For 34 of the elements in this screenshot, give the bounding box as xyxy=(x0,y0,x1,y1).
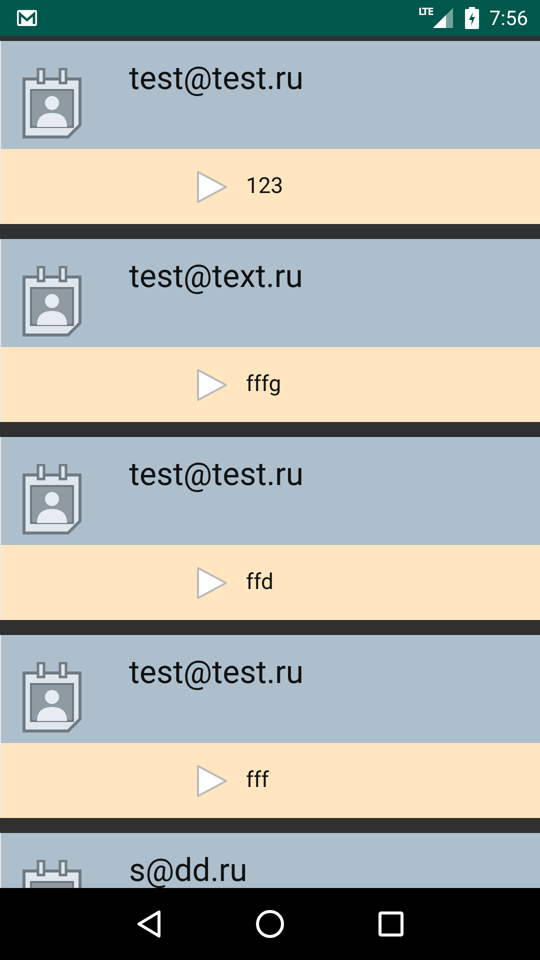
email-address: test@test.ru xyxy=(129,62,304,94)
email-address: test@text.ru xyxy=(129,260,303,292)
message-text: fff xyxy=(246,768,269,793)
recent-apps-button[interactable] xyxy=(378,911,404,937)
message-row[interactable]: fff xyxy=(0,743,540,818)
play-icon xyxy=(196,368,228,402)
battery-charging-icon xyxy=(465,7,480,29)
message-text: ffd xyxy=(246,570,274,595)
card-header[interactable]: test@test.ru xyxy=(0,635,540,743)
card-header[interactable]: test@text.ru xyxy=(0,239,540,347)
contact-calendar-icon xyxy=(21,662,83,733)
signal-icon xyxy=(433,8,454,28)
play-icon xyxy=(196,170,228,204)
message-text: 123 xyxy=(246,174,284,199)
contact-calendar-icon xyxy=(21,266,83,337)
message-text: fffg xyxy=(246,372,282,397)
email-address: s@dd.ru xyxy=(129,854,248,886)
mail-icon xyxy=(16,9,38,27)
play-icon xyxy=(196,566,228,600)
email-address: test@test.ru xyxy=(129,656,304,688)
contact-calendar-icon xyxy=(21,68,83,139)
play-icon xyxy=(196,764,228,798)
clock-time: 7:56 xyxy=(489,6,528,30)
message-row[interactable]: 123 xyxy=(0,149,540,224)
email-address: test@test.ru xyxy=(129,458,304,490)
card-header[interactable]: s@dd.ru xyxy=(0,833,540,888)
contact-calendar-icon xyxy=(21,464,83,535)
home-button[interactable] xyxy=(254,909,285,939)
network-label: LTE xyxy=(418,7,434,18)
message-row[interactable]: ffd xyxy=(0,545,540,620)
card-header[interactable]: test@test.ru xyxy=(0,41,540,149)
card-header[interactable]: test@test.ru xyxy=(0,437,540,545)
message-row[interactable]: fffg xyxy=(0,347,540,422)
back-button[interactable] xyxy=(136,909,162,939)
